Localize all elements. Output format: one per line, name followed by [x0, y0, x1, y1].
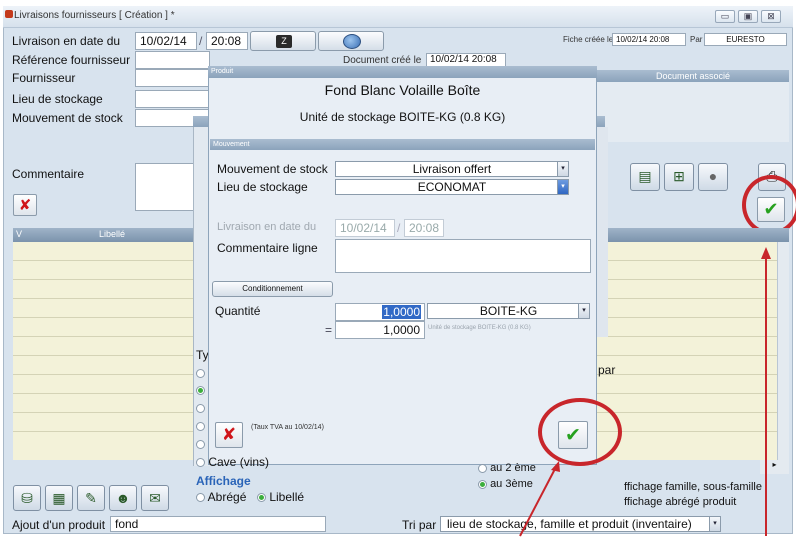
arrow-to-modal-check [519, 461, 560, 537]
annotation-arrows [519, 247, 771, 537]
arrow-to-main-check [761, 247, 771, 536]
